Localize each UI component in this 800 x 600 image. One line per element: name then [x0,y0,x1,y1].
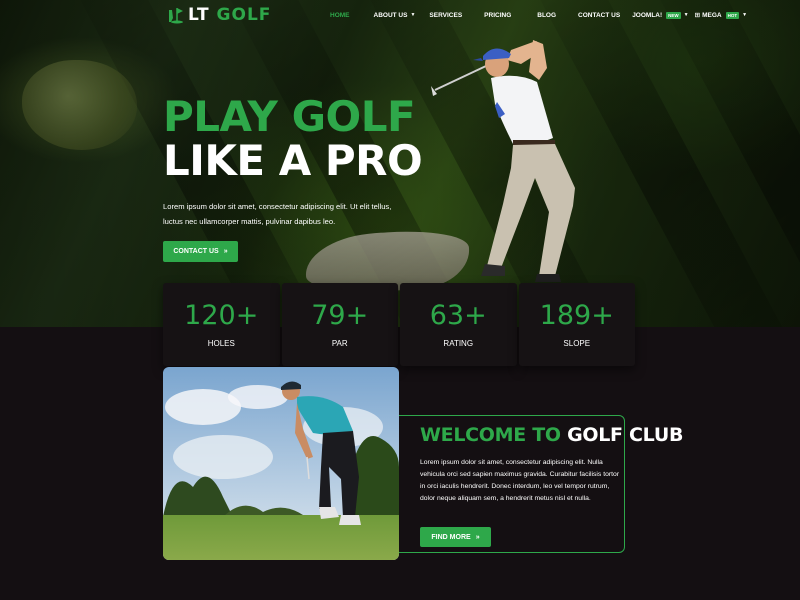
welcome-title-rest: GOLF CLUB [567,424,684,446]
nav-joomla-label: JOOMLA! [632,11,663,19]
stat-card: 120+ HOLES [163,283,280,366]
hero-title: PLAY GOLF LIKE A PRO [163,92,423,185]
new-badge: NEW [666,11,681,19]
stat-value: 120+ [184,300,259,331]
welcome-text: Lorem ipsum dolor sit amet, consectetur … [420,459,620,502]
contact-us-button[interactable]: CONTACT US » [163,241,238,262]
site-header: LT GOLF HOME ABOUT US ▼ SERVICES PRICING … [0,0,800,30]
chevron-down-icon: ▼ [683,12,689,18]
site-logo[interactable]: LT GOLF [168,5,271,25]
stat-value: 189+ [539,300,614,331]
stat-label: PAR [331,339,348,348]
logo-highlight: GOLF [216,5,272,25]
nav-home[interactable]: HOME [330,12,350,19]
contact-us-label: CONTACT US [173,248,219,255]
nav-mega-label: MEGA [702,11,722,19]
nav-pricing[interactable]: PRICING [484,12,511,19]
nav-home-label: HOME [330,11,350,19]
nav-about-label: ABOUT US [373,11,408,19]
hero-golfer-image [431,40,575,282]
nav-mega[interactable]: ⊞ MEGA HOT ▼ [695,11,747,19]
hot-badge: HOT [725,11,740,19]
stat-value: 79+ [311,300,369,331]
nav-blog-label: BLOG [537,11,557,19]
golf-flag-icon [169,8,183,24]
hero-description: Lorem ipsum dolor sit amet, consectetur … [163,202,392,226]
golfer-photo [163,367,399,560]
welcome-title: WELCOME TO GOLF CLUB [420,424,683,446]
nav-joomla[interactable]: JOOMLA! NEW ▼ [632,11,689,19]
golfer-photo-image [163,367,399,560]
nav-contact-us[interactable]: CONTACT US [578,12,620,19]
stat-label: HOLES [207,339,235,348]
find-more-button[interactable]: FIND MORE » [420,527,491,547]
hero-title-line2: LIKE A PRO [163,136,423,185]
double-chevron-right-icon: » [223,248,228,255]
logo-prefix: LT [188,5,210,25]
stat-label: SLOPE [563,339,591,348]
stat-label: RATING [443,339,474,348]
hero-title-line1: PLAY GOLF [163,92,416,141]
nav-services-label: SERVICES [429,11,463,19]
chevron-down-icon: ▼ [410,12,416,18]
grid-icon: ⊞ [694,12,701,19]
nav-blog[interactable]: BLOG [537,12,556,19]
stat-card: 79+ PAR [281,283,398,366]
welcome-title-highlight: WELCOME TO [420,424,561,446]
chevron-down-icon: ▼ [742,12,748,18]
stat-card: 189+ SLOPE [518,283,635,366]
nav-services[interactable]: SERVICES [429,12,462,19]
nav-about-us[interactable]: ABOUT US ▼ [374,12,416,19]
nav-pricing-label: PRICING [484,11,512,19]
find-more-label: FIND MORE [431,533,471,541]
stat-value: 63+ [429,300,487,331]
double-chevron-right-icon: » [475,533,480,541]
stats-bar: 120+ HOLES 79+ PAR 63+ RATING 189+ SLOPE [163,283,635,366]
stat-card: 63+ RATING [400,283,517,366]
nav-contact-label: CONTACT US [578,11,621,19]
main-nav: HOME ABOUT US ▼ SERVICES PRICING BLOG CON… [330,11,747,19]
